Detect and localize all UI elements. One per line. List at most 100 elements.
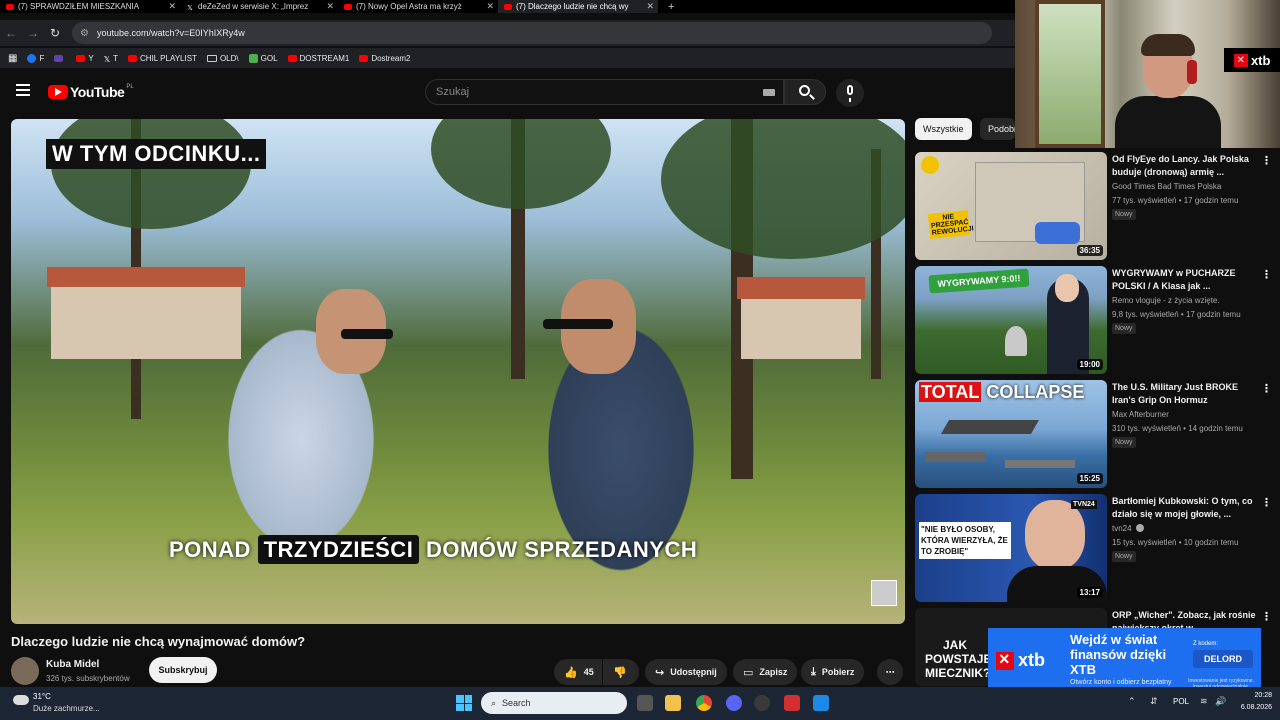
video-thumbnail[interactable]: NIE PRZESPAĆ REWOLUCJI 36:35 xyxy=(915,152,1107,260)
chip-all[interactable]: Wszystkie xyxy=(915,118,972,140)
recommended-video[interactable]: TOTAL COLLAPSE 15:25 The U.S. Military J… xyxy=(915,380,1280,490)
xtb-logo: ✕ xtb xyxy=(1224,48,1280,72)
forward-icon[interactable]: → xyxy=(22,26,44,40)
subscribe-button[interactable]: Subskrybuj xyxy=(149,657,217,683)
task-view-icon[interactable] xyxy=(637,695,653,711)
more-vert-icon[interactable]: ⋮ xyxy=(1261,496,1272,509)
streamer xyxy=(1115,34,1221,148)
discord-icon[interactable] xyxy=(726,695,742,711)
app-icon[interactable] xyxy=(813,695,829,711)
wifi-icon[interactable]: ≋ xyxy=(1200,696,1208,707)
bookmark-item[interactable]: F xyxy=(27,53,44,63)
video-title: Dlaczego ludzie nie chcą wynajmować domó… xyxy=(11,634,306,649)
app-icon[interactable] xyxy=(784,695,800,711)
bookmarks-bar: ▦ F Y 𝕏T CHIL PLAYLIST OLD\ GOL DOSTREAM… xyxy=(0,48,1015,68)
video-title-link[interactable]: WYGRYWAMY w PUCHARZE POLSKI / A Klasa ja… xyxy=(1112,267,1262,293)
video-player[interactable]: W TYM ODCINKU... PONAD TRZYDZIEŚCI DOMÓW… xyxy=(11,119,905,624)
bookmark-item[interactable]: GOL xyxy=(248,53,278,63)
channel-watermark[interactable] xyxy=(871,580,897,606)
avatar[interactable] xyxy=(11,657,39,685)
file-explorer-icon[interactable] xyxy=(665,695,681,711)
taskbar-search[interactable]: ⌕ Search xyxy=(481,692,627,714)
bookmark-item[interactable]: CHIL PLAYLIST xyxy=(128,54,197,63)
close-icon[interactable]: ✕ xyxy=(646,1,654,12)
video-title-link[interactable]: Bartłomiej Kubkowski: O tym, co działo s… xyxy=(1112,495,1262,521)
channel-name-text: tvn24 xyxy=(1112,524,1132,533)
thumb-caption-white: COLLAPSE xyxy=(986,382,1085,402)
close-icon[interactable]: ✕ xyxy=(326,1,334,12)
more-vert-icon[interactable]: ⋮ xyxy=(1261,268,1272,281)
search-button[interactable] xyxy=(784,79,826,105)
channel-name[interactable]: Good Times Bad Times Polska xyxy=(1112,182,1221,191)
video-thumbnail[interactable]: TOTAL COLLAPSE 15:25 xyxy=(915,380,1107,488)
logo-text: YouTube xyxy=(70,84,125,100)
x-icon: 𝕏 xyxy=(187,4,193,12)
apps-icon[interactable]: ▦ xyxy=(8,53,17,64)
like-button[interactable]: 👍 45 xyxy=(554,659,602,685)
download-button[interactable]: ⤓ Pobierz xyxy=(801,659,865,685)
obs-icon[interactable] xyxy=(754,695,770,711)
voice-search-button[interactable] xyxy=(836,79,864,107)
bookmark-label: GOL xyxy=(260,53,278,63)
subscriber-count: 326 tys. subskrybentów xyxy=(46,674,130,683)
back-icon[interactable]: ← xyxy=(0,26,22,40)
channel-name[interactable]: Remo vloguje - z życia wzięte. xyxy=(1112,296,1220,305)
chrome-icon[interactable] xyxy=(696,695,712,711)
more-actions-button[interactable]: ⋯ xyxy=(877,659,903,685)
bookmark-folder[interactable]: OLD\ xyxy=(206,54,239,63)
video-thumbnail[interactable]: WYGRYWAMY 9:0!! 19:00 xyxy=(915,266,1107,374)
new-badge: Nowy xyxy=(1112,551,1136,562)
video-title-link[interactable]: Od FlyEye do Lancy. Jak Polska buduje (d… xyxy=(1112,153,1262,179)
close-icon[interactable]: ✕ xyxy=(168,1,176,12)
weather-desc[interactable]: Duże zachmurze... xyxy=(33,704,100,713)
bookmark-item[interactable]: DOSTREAM1 xyxy=(287,54,349,63)
chip-similar[interactable]: Podobne xyxy=(980,118,1015,140)
dislike-button[interactable]: 👎 xyxy=(603,659,639,685)
close-icon[interactable]: ✕ xyxy=(486,1,494,12)
save-label: Zapisz xyxy=(759,667,788,677)
search-input[interactable]: Szukaj xyxy=(425,79,784,105)
windows-start-icon[interactable] xyxy=(456,695,472,711)
channel-name[interactable]: Kuba Midel xyxy=(46,659,99,670)
network-icon[interactable]: ⇵ xyxy=(1150,696,1158,707)
more-vert-icon[interactable]: ⋮ xyxy=(1261,610,1272,623)
weather-temp[interactable]: 31°C xyxy=(33,692,51,701)
reload-icon[interactable]: ↻ xyxy=(44,26,66,40)
more-vert-icon[interactable]: ⋮ xyxy=(1261,382,1272,395)
bookmark-item[interactable] xyxy=(54,54,66,62)
ad-promo-code: DELORD xyxy=(1193,650,1253,668)
keyboard-icon[interactable] xyxy=(763,89,775,96)
menu-icon[interactable] xyxy=(16,84,30,96)
thumb-caption: NIE PRZESPAĆ REWOLUCJI xyxy=(927,209,974,240)
recommended-video[interactable]: WYGRYWAMY 9:0!! 19:00 WYGRYWAMY w PUCHAR… xyxy=(915,266,1280,376)
share-icon: ↪ xyxy=(655,666,665,679)
browser-tab[interactable]: 𝕏 deZeZed w serwisie X: „Imprez ✕ xyxy=(180,0,338,13)
url-field[interactable]: ⚙ youtube.com/watch?v=E0IYhIXRy4w xyxy=(72,22,992,44)
volume-icon[interactable]: 🔊 xyxy=(1215,696,1226,707)
youtube-logo[interactable]: YouTube PL xyxy=(48,84,134,100)
bookmark-item[interactable]: Y xyxy=(76,54,94,63)
browser-tab[interactable]: (7) SPRAWDZIŁEM MIESZKANIA ✕ xyxy=(0,0,180,13)
cloud-icon[interactable] xyxy=(13,695,29,705)
more-vert-icon[interactable]: ⋮ xyxy=(1261,154,1272,167)
share-button[interactable]: ↪ Udostępnij xyxy=(645,659,727,685)
language-indicator[interactable]: POL xyxy=(1173,697,1189,706)
clock-date[interactable]: 6.08.2026 xyxy=(1232,704,1272,711)
bookmark-item[interactable]: Dostream2 xyxy=(359,54,410,63)
save-button[interactable]: ▭ Zapisz xyxy=(733,659,798,685)
bookmark-item[interactable]: 𝕏T xyxy=(104,54,118,64)
chevron-up-icon[interactable]: ⌃ xyxy=(1128,696,1136,707)
bookmark-icon: ▭ xyxy=(743,666,754,679)
browser-tab-active[interactable]: (7) Dlaczego ludzie nie chcą wy ✕ xyxy=(498,0,658,13)
site-info-icon[interactable]: ⚙ xyxy=(80,28,89,39)
channel-name[interactable]: Max Afterburner xyxy=(1112,410,1169,419)
clock-time[interactable]: 20:28 xyxy=(1232,692,1272,699)
browser-tab[interactable]: (7) Nowy Opel Astra ma krzyż ✕ xyxy=(338,0,498,13)
recommended-video[interactable]: "NIE BYŁO OSOBY, KTÓRA WIERZYŁA, ŻE TO Z… xyxy=(915,494,1280,604)
youtube-icon xyxy=(359,54,369,62)
video-thumbnail[interactable]: "NIE BYŁO OSOBY, KTÓRA WIERZYŁA, ŻE TO Z… xyxy=(915,494,1107,602)
new-tab-button[interactable]: + xyxy=(668,1,674,13)
video-title-link[interactable]: The U.S. Military Just BROKE Iran's Grip… xyxy=(1112,381,1262,407)
recommended-video[interactable]: NIE PRZESPAĆ REWOLUCJI 36:35 Od FlyEye d… xyxy=(915,152,1280,262)
channel-name[interactable]: tvn24 xyxy=(1112,524,1144,533)
